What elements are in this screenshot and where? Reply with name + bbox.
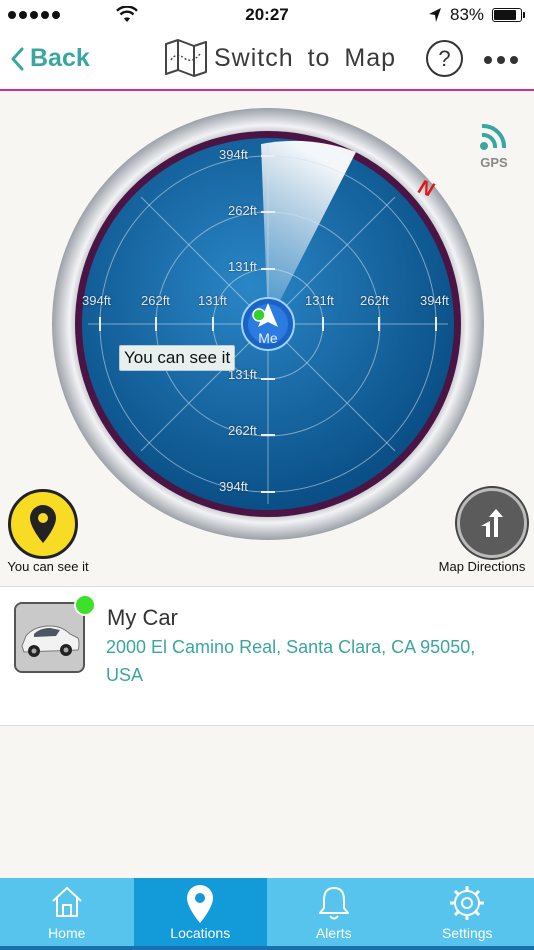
list-item[interactable]: My Car 2000 El Camino Real, Santa Clara,… — [0, 586, 534, 726]
status-indicator — [74, 594, 96, 616]
tab-settings[interactable]: Settings — [401, 878, 534, 950]
target-tooltip[interactable]: You can see it — [119, 345, 236, 371]
folded-map-icon — [165, 39, 207, 77]
radar-label-left-394: 394ft — [82, 293, 111, 308]
radar-label-top-394: 394ft — [219, 147, 248, 162]
radar-label-bottom-394: 394ft — [219, 479, 248, 494]
radar-label-top-262: 262ft — [228, 203, 257, 218]
you-can-see-it-label: You can see it — [7, 559, 89, 574]
chevron-left-icon — [11, 47, 24, 70]
bell-icon — [318, 887, 349, 920]
directions-arrow-icon — [481, 509, 503, 537]
tab-settings-label: Settings — [441, 925, 493, 941]
home-icon — [52, 887, 82, 917]
switch-to-map-button[interactable]: Switch to Map — [164, 38, 396, 78]
switch-to-map-label: Switch to Map — [214, 43, 397, 72]
tab-home[interactable]: Home — [0, 878, 134, 950]
tab-home-label: Home — [48, 925, 86, 941]
radar-compass: N Me 394ft 262ft 131ft 394ft 262ft 131ft… — [51, 107, 485, 541]
tab-bar: Home Locations Alerts Settings — [0, 878, 534, 950]
location-pin-icon — [187, 885, 214, 923]
tab-alerts[interactable]: Alerts — [267, 878, 401, 950]
tab-locations-label: Locations — [170, 925, 231, 941]
radar-label-right-262: 262ft — [360, 293, 389, 308]
gear-icon — [450, 886, 485, 920]
svg-text:Me: Me — [258, 330, 278, 346]
back-label: Back — [30, 44, 90, 72]
tab-alerts-label: Alerts — [315, 925, 352, 941]
location-services-icon — [429, 8, 441, 22]
car-thumbnail — [14, 602, 85, 673]
more-options-button[interactable] — [484, 56, 518, 64]
status-bar: 20:27 83% — [0, 0, 534, 30]
location-name: My Car — [107, 605, 178, 630]
radar-label-right-394: 394ft — [420, 293, 449, 308]
you-can-see-it-button[interactable] — [8, 489, 78, 559]
back-button[interactable]: Back — [10, 44, 90, 73]
map-directions-button[interactable] — [457, 488, 527, 558]
tab-locations[interactable]: Locations — [133, 878, 267, 950]
map-pin-icon — [30, 505, 56, 543]
help-button[interactable]: ? — [426, 40, 463, 77]
map-directions-label: Map Directions — [438, 559, 526, 574]
location-address: 2000 El Camino Real, Santa Clara, CA 950… — [106, 637, 476, 685]
battery-icon — [492, 8, 525, 22]
radar-label-left-262: 262ft — [141, 293, 170, 308]
navigation-bar: Back Switch to Map ? — [0, 30, 534, 91]
battery-percent: 83% — [450, 5, 485, 24]
radar-label-left-131: 131ft — [198, 293, 227, 308]
radar-label-bottom-262: 262ft — [228, 423, 257, 438]
radar-label-right-131: 131ft — [305, 293, 334, 308]
me-marker: Me — [241, 297, 295, 351]
radar-label-top-131: 131ft — [228, 259, 257, 274]
